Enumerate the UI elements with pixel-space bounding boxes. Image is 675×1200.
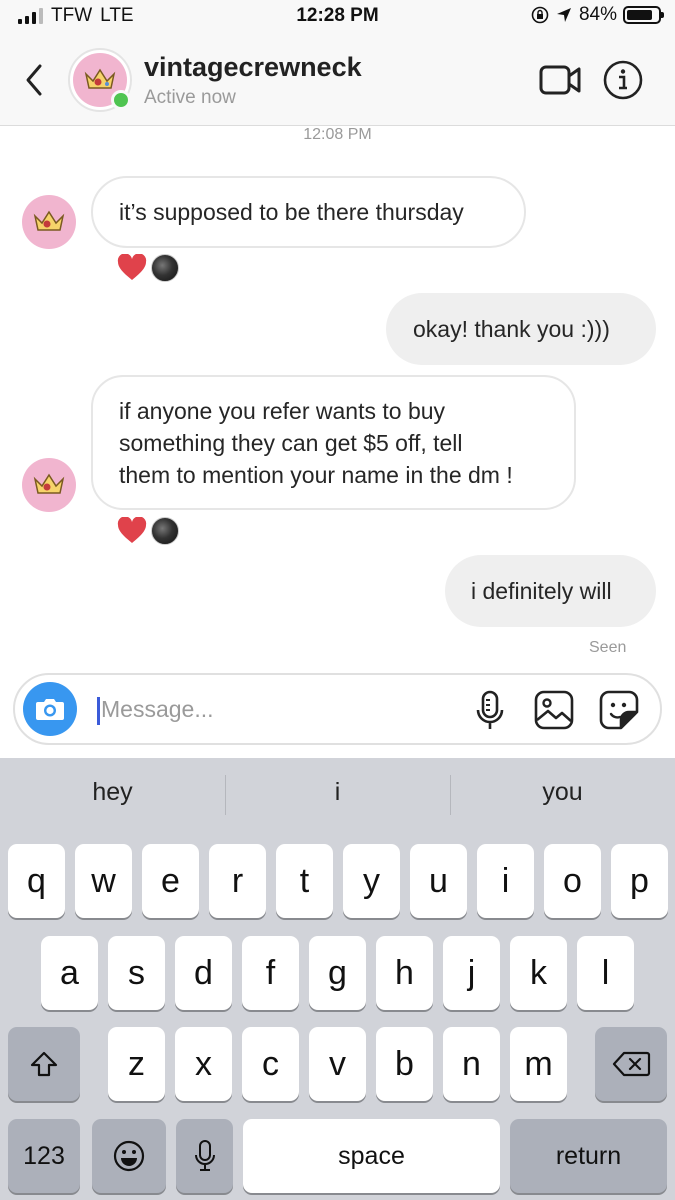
status-bar: TFW LTE 12:28 PM 84% <box>0 0 675 34</box>
key-a[interactable]: a <box>41 936 98 1010</box>
key-g[interactable]: g <box>309 936 366 1010</box>
microphone-icon <box>194 1140 215 1171</box>
key-u[interactable]: u <box>410 844 467 918</box>
key-m[interactable]: m <box>510 1027 567 1101</box>
suggestion-2[interactable]: i <box>225 778 450 807</box>
shift-key[interactable] <box>8 1027 80 1101</box>
key-s[interactable]: s <box>108 936 165 1010</box>
key-j[interactable]: j <box>443 936 500 1010</box>
crown-logo-icon <box>84 68 116 89</box>
key-d[interactable]: d <box>175 936 232 1010</box>
key-f[interactable]: f <box>242 936 299 1010</box>
heart-icon <box>117 517 147 543</box>
username[interactable]: vintagecrewneck <box>144 52 362 83</box>
signal-strength-icon <box>18 8 43 24</box>
keyboard: hey i you q w e r t y u i o p a s d f g … <box>0 758 675 1200</box>
emoji-icon <box>113 1140 145 1172</box>
incoming-message-bubble[interactable]: it’s supposed to be there thursday <box>91 176 526 248</box>
text-cursor <box>97 697 100 725</box>
reactor-avatar <box>151 254 179 282</box>
heart-icon <box>117 254 147 280</box>
message-timestamp: 12:08 PM <box>303 126 372 143</box>
key-b[interactable]: b <box>376 1027 433 1101</box>
key-z[interactable]: z <box>108 1027 165 1101</box>
key-o[interactable]: o <box>544 844 601 918</box>
keyboard-suggestions: hey i you <box>0 758 675 834</box>
key-e[interactable]: e <box>142 844 199 918</box>
outgoing-message-bubble[interactable]: okay! thank you :))) <box>386 293 656 365</box>
key-h[interactable]: h <box>376 936 433 1010</box>
microphone-icon[interactable] <box>473 689 507 733</box>
numbers-key[interactable]: 123 <box>8 1119 80 1193</box>
camera-button[interactable] <box>23 682 77 736</box>
key-c[interactable]: c <box>242 1027 299 1101</box>
camera-icon <box>36 699 64 720</box>
info-icon[interactable] <box>602 59 644 101</box>
orientation-lock-icon <box>531 6 549 24</box>
location-arrow-icon <box>556 8 571 22</box>
key-r[interactable]: r <box>209 844 266 918</box>
seen-receipt: Seen <box>589 639 627 656</box>
key-y[interactable]: y <box>343 844 400 918</box>
key-k[interactable]: k <box>510 936 567 1010</box>
backspace-key[interactable] <box>595 1027 667 1101</box>
outgoing-message-bubble[interactable]: i definitely will <box>445 555 656 627</box>
message-input[interactable] <box>101 689 461 729</box>
battery-percent: 84% <box>578 4 617 25</box>
key-i[interactable]: i <box>477 844 534 918</box>
message-reactions[interactable] <box>117 517 179 545</box>
message-reactions[interactable] <box>117 254 179 282</box>
message-line: them to mention your name in the dm ! <box>119 462 513 488</box>
online-indicator <box>111 90 131 110</box>
dictation-key[interactable] <box>176 1119 233 1193</box>
chat-header: vintagecrewneck Active now <box>0 34 675 126</box>
message-composer <box>13 673 662 745</box>
space-key[interactable]: space <box>243 1119 500 1193</box>
suggestion-3[interactable]: you <box>450 778 675 807</box>
avatar[interactable] <box>22 458 76 512</box>
suggestion-1[interactable]: hey <box>0 778 225 807</box>
reactor-avatar <box>151 517 179 545</box>
sticker-icon[interactable] <box>598 689 640 731</box>
delete-backspace-icon <box>612 1051 651 1077</box>
network-label: LTE <box>100 5 134 26</box>
key-l[interactable]: l <box>577 936 634 1010</box>
incoming-message-bubble[interactable]: if anyone you refer wants to buy somethi… <box>91 375 576 510</box>
crown-logo-icon <box>33 210 65 231</box>
key-p[interactable]: p <box>611 844 668 918</box>
message-line: something they can get $5 off, tell <box>119 430 463 456</box>
return-key[interactable]: return <box>510 1119 667 1193</box>
shift-arrow-icon <box>30 1051 58 1077</box>
key-v[interactable]: v <box>309 1027 366 1101</box>
back-chevron-icon[interactable] <box>20 60 50 100</box>
emoji-key[interactable] <box>92 1119 166 1193</box>
key-w[interactable]: w <box>75 844 132 918</box>
active-status: Active now <box>144 87 236 108</box>
message-line: if anyone you refer wants to buy <box>119 398 446 424</box>
gallery-icon[interactable] <box>533 689 575 731</box>
key-q[interactable]: q <box>8 844 65 918</box>
key-x[interactable]: x <box>175 1027 232 1101</box>
key-n[interactable]: n <box>443 1027 500 1101</box>
video-camera-icon[interactable] <box>538 62 582 98</box>
avatar[interactable] <box>22 195 76 249</box>
carrier-label: TFW <box>51 5 93 26</box>
crown-logo-icon <box>33 473 65 494</box>
key-t[interactable]: t <box>276 844 333 918</box>
battery-icon <box>623 6 664 24</box>
